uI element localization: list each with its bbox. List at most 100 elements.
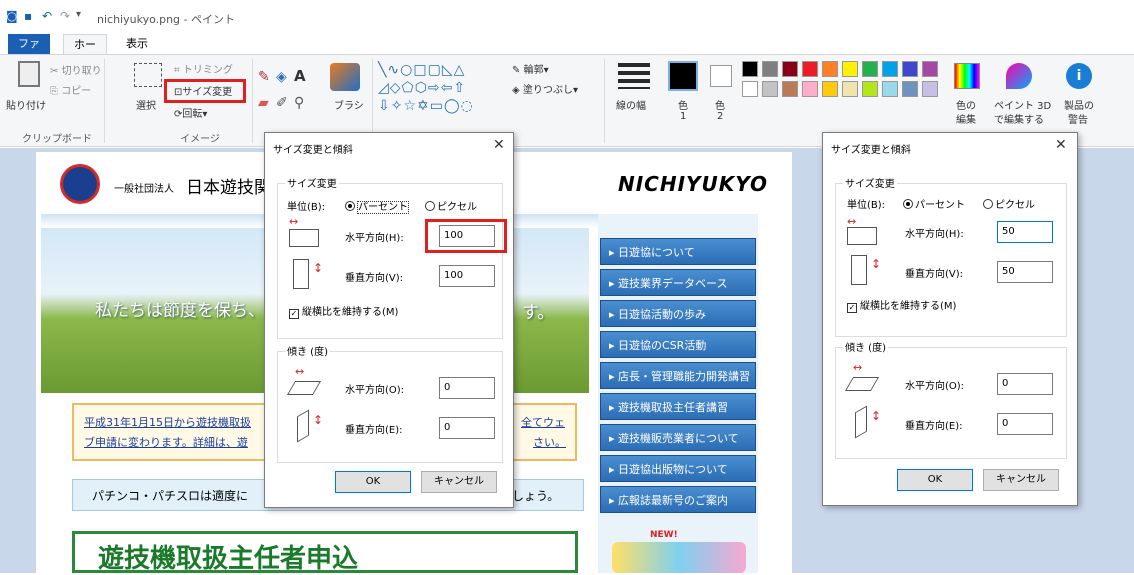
qat-dropdown-icon[interactable]: ▾ <box>76 9 81 20</box>
palette-swatch[interactable] <box>902 81 918 97</box>
palette-swatch[interactable] <box>802 61 818 77</box>
cancel-button[interactable]: キャンセル <box>421 471 497 493</box>
vertical-input[interactable]: 50 <box>997 261 1053 283</box>
dialog-title: サイズ変更と傾斜 <box>831 145 911 156</box>
palette-swatch[interactable] <box>762 81 778 97</box>
site-nav-item[interactable]: ▸ 広報誌最新号のご案内 <box>600 486 756 513</box>
palette-swatch[interactable] <box>742 81 758 97</box>
vertical-input[interactable]: 100 <box>439 265 495 287</box>
edit-colors-label-2[interactable]: 編集 <box>956 111 976 126</box>
color2-swatch[interactable] <box>710 65 732 87</box>
palette-swatch[interactable] <box>802 81 818 97</box>
bottom-banner-text[interactable]: 遊技機取扱主任者申込 <box>98 538 358 575</box>
palette-swatch[interactable] <box>842 61 858 77</box>
paste-icon[interactable] <box>18 61 40 87</box>
skew-vertical-input[interactable]: 0 <box>439 417 495 439</box>
palette-swatch[interactable] <box>822 81 838 97</box>
select-button[interactable]: 選択 <box>136 97 156 112</box>
fill-button[interactable]: ◈ 塗りつぶし▾ <box>512 81 578 96</box>
skew-vertical-input[interactable]: 0 <box>997 413 1053 435</box>
palette-swatch[interactable] <box>822 61 838 77</box>
brush-button[interactable]: ブラシ <box>334 97 364 112</box>
paint3d-label-2[interactable]: で編集する <box>994 111 1044 126</box>
pixel-radio[interactable]: ピクセル <box>983 196 1035 211</box>
site-nav-item[interactable]: ▸ 遊技機販売業者について <box>600 424 756 451</box>
paste-button[interactable]: 貼り付け <box>6 97 46 112</box>
site-nav-item[interactable]: ▸ 遊技業界データベース <box>600 269 756 296</box>
palette-swatch[interactable] <box>742 61 758 77</box>
cut-button[interactable]: ✂ 切り取り <box>50 62 102 77</box>
site-nav-item[interactable]: ▸ 遊技機取扱主任者講習 <box>600 393 756 420</box>
crop-button[interactable]: ⌗ トリミング <box>174 61 233 76</box>
horizontal-input[interactable]: 50 <box>997 221 1053 243</box>
rotate-button[interactable]: ⟳回転▾ <box>174 105 207 120</box>
palette-swatch[interactable] <box>882 81 898 97</box>
app-icon[interactable]: ◙ <box>6 9 18 23</box>
info-icon[interactable]: i <box>1066 63 1092 89</box>
cancel-button[interactable]: キャンセル <box>983 469 1059 491</box>
skew-group <box>835 347 1067 459</box>
palette-swatch[interactable] <box>782 61 798 77</box>
pixel-radio[interactable]: ピクセル <box>425 198 477 213</box>
outline-button[interactable]: ✎ 輪郭▾ <box>512 61 549 76</box>
notice-line-2-end[interactable]: さい。 <box>533 434 566 450</box>
eraser-icon[interactable]: ▰ <box>258 95 269 111</box>
warning-label-1[interactable]: 製品の <box>1064 97 1094 112</box>
tab-home[interactable]: ホーム <box>63 34 107 71</box>
magnifier-icon[interactable]: ⚲ <box>294 95 304 111</box>
site-nav-item[interactable]: ▸ 日遊協活動の歩み <box>600 300 756 327</box>
shapes-gallery[interactable]: ╲∿○□▢◺△ ◿◇⬠⬡⇨⇦⇧ ⇩✧☆✡▭◯◌ <box>378 61 502 117</box>
palette-swatch[interactable] <box>842 81 858 97</box>
notice-line-1-end[interactable]: 全てウェ <box>521 414 565 430</box>
line-width-icon[interactable] <box>618 63 650 89</box>
palette-swatch[interactable] <box>882 61 898 77</box>
site-nav-item[interactable]: ▸ 日遊協について <box>600 238 756 265</box>
palette-swatch[interactable] <box>922 61 938 77</box>
keep-aspect-checkbox[interactable]: ✓ 縦横比を維持する(M) <box>847 297 956 313</box>
edit-colors-label-1[interactable]: 色の <box>956 97 976 112</box>
ok-button[interactable]: OK <box>335 471 411 493</box>
line-width-button[interactable]: 線の幅 <box>616 97 646 112</box>
skew-horizontal-input[interactable]: 0 <box>997 373 1053 395</box>
color1-swatch[interactable] <box>668 61 698 91</box>
edit-colors-icon[interactable] <box>954 63 980 89</box>
ok-button[interactable]: OK <box>897 469 973 491</box>
skew-horizontal-input[interactable]: 0 <box>439 377 495 399</box>
close-icon[interactable]: ✕ <box>493 137 505 153</box>
tab-file[interactable]: ファイル <box>8 34 50 70</box>
paint3d-label-1[interactable]: ペイント 3D <box>994 97 1051 112</box>
undo-icon[interactable]: ↶ <box>42 9 52 23</box>
select-icon[interactable] <box>134 63 162 87</box>
color-picker-icon[interactable]: ✐ <box>276 95 288 111</box>
warning-label-2[interactable]: 警告 <box>1068 111 1088 126</box>
palette-swatch[interactable] <box>762 61 778 77</box>
image-group-label: イメージ <box>180 134 220 145</box>
close-icon[interactable]: ✕ <box>1055 137 1067 153</box>
notice-line-2[interactable]: ブ申請に変わります。詳細は、遊 <box>84 434 248 450</box>
paint3d-icon[interactable] <box>1006 63 1032 89</box>
percent-radio[interactable]: パーセント <box>345 198 409 214</box>
percent-radio[interactable]: パーセント <box>903 196 965 211</box>
resize-dialog: サイズ変更と傾斜 ✕ サイズ変更 単位(B): パーセント ピクセル ↔ 水平方… <box>264 132 514 508</box>
bottom-right-banner[interactable] <box>612 542 746 573</box>
skew-group <box>277 351 503 463</box>
fill-bucket-icon[interactable]: ◈ <box>276 69 287 85</box>
copy-button[interactable]: ⎘ コピー <box>50 82 91 97</box>
site-nav-item[interactable]: ▸ 日遊協出版物について <box>600 455 756 482</box>
site-nav-item[interactable]: ▸ 店長・管理職能力開発講習 <box>600 362 756 389</box>
palette-swatch[interactable] <box>902 61 918 77</box>
pencil-icon[interactable]: ✎ <box>258 69 270 85</box>
save-icon[interactable]: ▪ <box>24 9 32 23</box>
palette-swatch[interactable] <box>922 81 938 97</box>
keep-aspect-checkbox[interactable]: ✓ 縦横比を維持する(M) <box>289 303 398 319</box>
horizontal-label: 水平方向(H): <box>345 233 404 244</box>
notice-line-1[interactable]: 平成31年1月15日から遊技機取扱 <box>84 414 251 430</box>
site-nav-item[interactable]: ▸ 日遊協のCSR活動 <box>600 331 756 358</box>
redo-icon[interactable]: ↷ <box>60 9 70 23</box>
palette-swatch[interactable] <box>862 61 878 77</box>
brush-icon[interactable] <box>330 63 360 91</box>
palette-swatch[interactable] <box>782 81 798 97</box>
tab-view[interactable]: 表示 <box>120 34 154 54</box>
palette-swatch[interactable] <box>862 81 878 97</box>
text-icon[interactable]: A <box>294 67 306 85</box>
